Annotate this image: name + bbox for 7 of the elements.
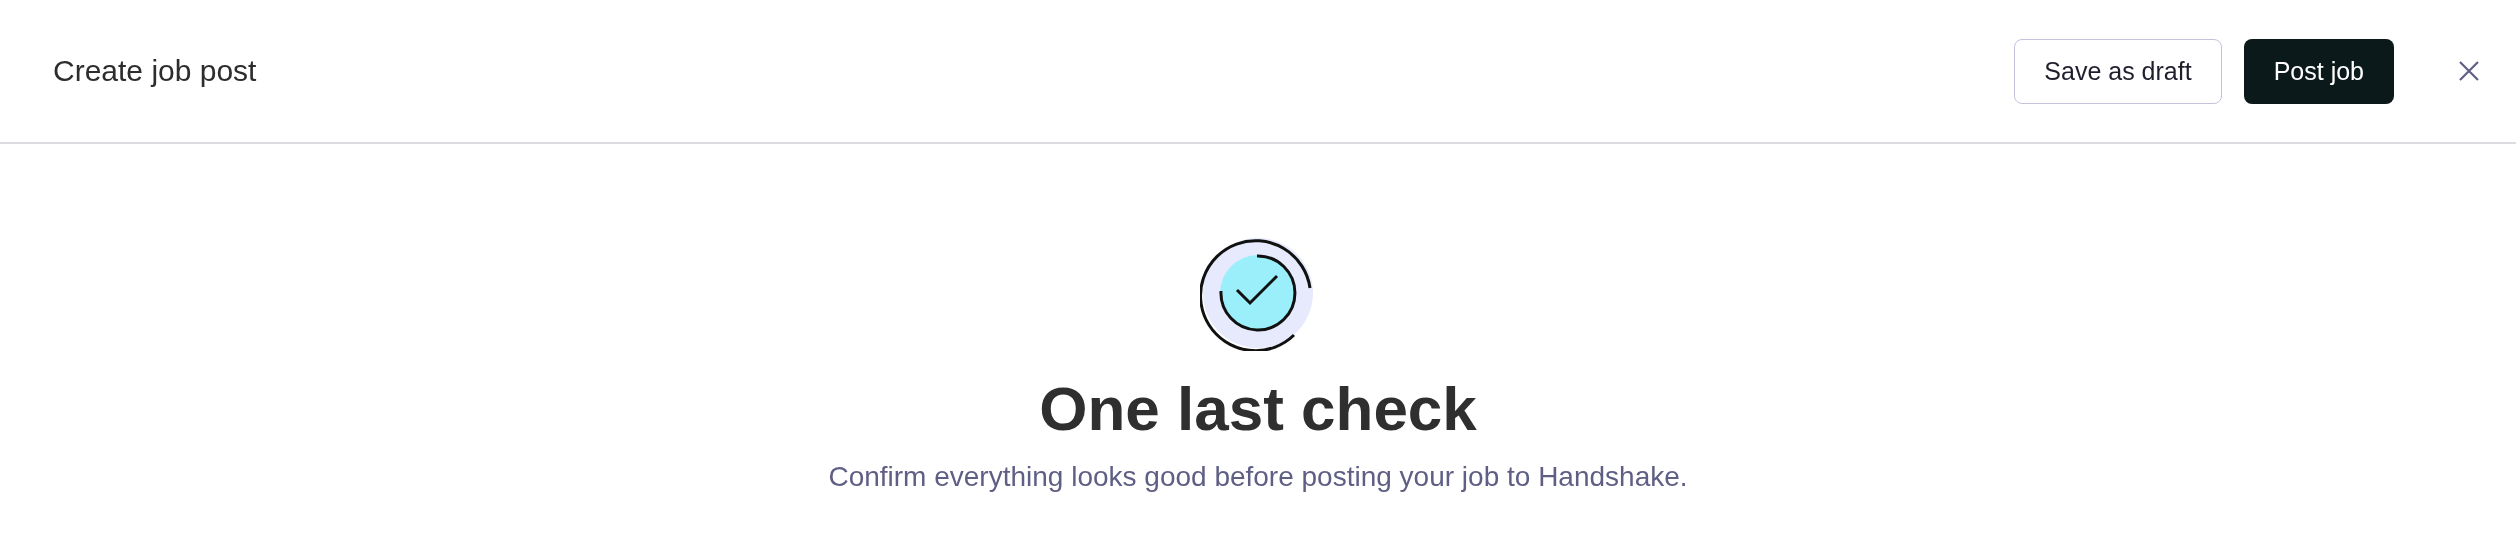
confirmation-message: Confirm everything looks good before posting your job to Handshake. [828, 461, 1688, 494]
check-circle-icon [1200, 235, 1316, 351]
draft-button[interactable]: Save as draft [2014, 38, 2222, 104]
heading: One last check [1039, 375, 1477, 444]
close-icon[interactable] [2458, 60, 2480, 82]
page-title: Create job post [53, 54, 257, 88]
post-button[interactable]: Post job [2243, 38, 2394, 104]
